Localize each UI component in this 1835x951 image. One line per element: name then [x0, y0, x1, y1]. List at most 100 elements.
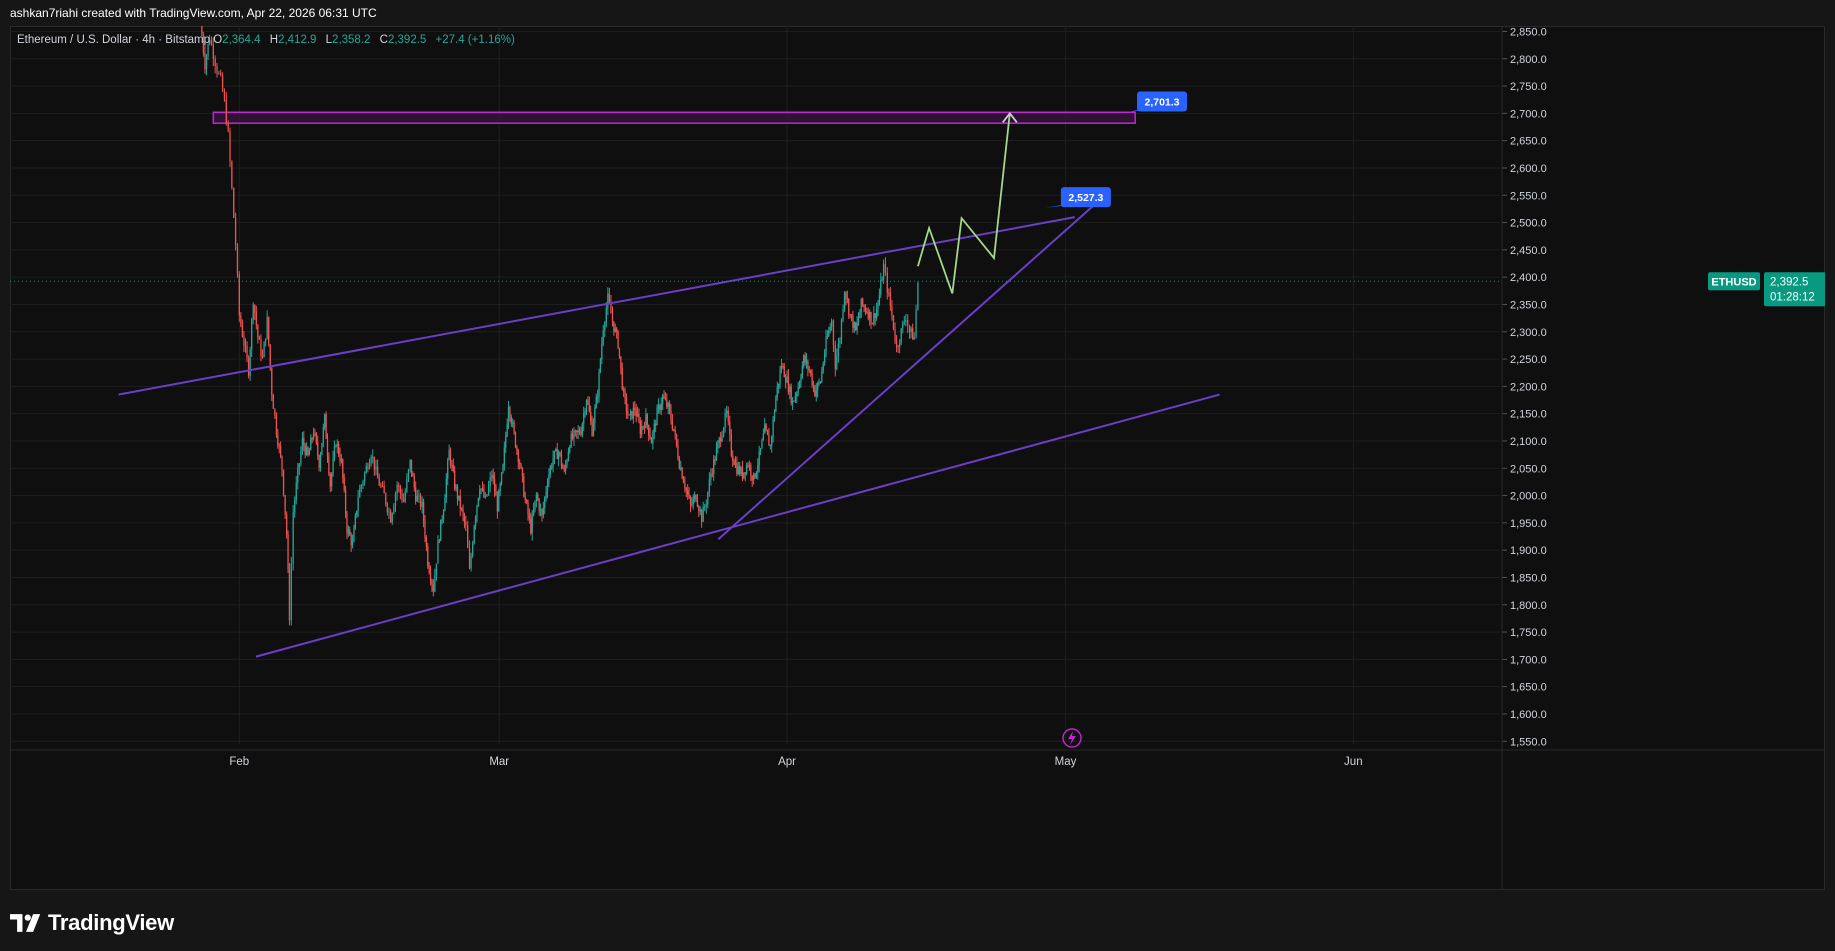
candle-body [673, 428, 675, 431]
symbol-legend[interactable]: Ethereum / U.S. Dollar · 4h · Bitstamp O… [17, 34, 521, 46]
candle-body [212, 44, 214, 59]
candle-body [396, 485, 398, 494]
candle-body [328, 456, 330, 474]
candle-body [434, 575, 436, 592]
candle-body [335, 445, 337, 447]
candle-body [282, 469, 285, 496]
candle-body [869, 311, 871, 319]
candle-body [779, 370, 781, 384]
candle-body [419, 495, 422, 508]
candle-body [836, 356, 838, 370]
candle-body [733, 460, 735, 465]
candle-body [689, 497, 692, 505]
candle-body [292, 512, 294, 564]
time-axis[interactable]: Feb Mar Apr May Jun [10, 749, 1825, 768]
candle-body [915, 309, 917, 337]
candle-body [229, 130, 231, 162]
candle-body [585, 400, 588, 412]
candle-body [604, 322, 606, 331]
candle-body [696, 500, 699, 507]
tradingview-logo[interactable]: TradingView [10, 905, 174, 941]
candle-body [567, 452, 570, 461]
y-tick-label: 2,300.0 [1510, 327, 1547, 339]
brand-name: TradingView [48, 910, 174, 935]
candle-body [732, 455, 734, 461]
candle-body [456, 486, 459, 499]
candle-body [447, 460, 449, 479]
candle-body [303, 437, 305, 446]
y-tick-label: 1,550.0 [1510, 736, 1547, 748]
candle-body [346, 513, 348, 533]
candle-body [455, 486, 457, 489]
candle-body [470, 555, 472, 569]
candle-body [810, 370, 812, 375]
candle-body [801, 365, 803, 378]
candle-body [828, 330, 830, 337]
candle-body [350, 535, 352, 545]
y-tick-label: 2,150.0 [1510, 409, 1547, 421]
candle-body [204, 52, 206, 70]
candle-body [476, 505, 478, 518]
high-value: 2,412.9 [278, 34, 317, 46]
candle-body [410, 459, 413, 474]
candle-body [275, 415, 278, 435]
candle-body [821, 371, 823, 382]
candle-body [786, 376, 788, 383]
candle-body [678, 458, 680, 469]
candle-body [902, 323, 904, 329]
close-label: C [379, 34, 388, 46]
candle-body [304, 445, 306, 455]
callouts: 2,701.3 2,527.3 [1045, 91, 1188, 208]
candle-body [564, 465, 567, 471]
candle-body [663, 395, 665, 399]
candle-body [218, 73, 220, 75]
y-tick-label: 2,000.0 [1510, 491, 1547, 503]
candle-body [297, 467, 299, 484]
trendlines[interactable] [118, 199, 1220, 658]
candle-body [571, 434, 574, 439]
open-label: O [213, 34, 223, 46]
y-tick-label: 2,100.0 [1510, 436, 1547, 448]
callout-label: 2,701.3 [1144, 97, 1179, 109]
candle-body [687, 489, 689, 495]
candle-body [636, 414, 639, 417]
candle-body [325, 414, 327, 439]
candle-body [649, 434, 651, 439]
candle-body [823, 353, 826, 364]
candle-body [762, 433, 765, 440]
candle-body [743, 472, 745, 478]
candle-body [881, 279, 883, 281]
candle-body [793, 400, 795, 402]
candle-body [778, 383, 780, 388]
candle-body [787, 376, 790, 393]
candle-body [513, 422, 515, 433]
candle-body [830, 320, 833, 328]
candle-body [848, 299, 850, 315]
candle-body [459, 495, 461, 509]
candle-body [311, 438, 313, 440]
candle-body [639, 421, 641, 435]
candle-body [625, 397, 628, 412]
candle-body [393, 505, 395, 514]
candle-body [322, 427, 324, 444]
candle-body [373, 456, 376, 470]
candle-body [383, 486, 385, 494]
candle-body [815, 390, 817, 397]
price-chart[interactable]: 2,701.3 2,527.3 2,850.0 2,800.0 2,750.0 2,70… [10, 26, 1825, 890]
candle-body [849, 314, 851, 316]
y-tick-label: 2,200.0 [1510, 381, 1547, 393]
candle-body [477, 498, 480, 506]
candle-body [668, 403, 671, 411]
candle-body [842, 309, 844, 320]
candle-body [596, 396, 599, 398]
price-axis[interactable]: 2,850.0 2,800.0 2,750.0 2,700.0 2,650.0 2,600… [1501, 26, 1547, 890]
y-tick-label: 1,700.0 [1510, 654, 1547, 666]
candle-body [645, 414, 647, 428]
candle-body [855, 322, 857, 331]
candle-body [318, 455, 320, 468]
candle-body [574, 430, 577, 432]
candle-body [412, 473, 414, 477]
candle-body [251, 319, 253, 350]
candle-body [437, 540, 439, 564]
candle-body [234, 217, 237, 246]
